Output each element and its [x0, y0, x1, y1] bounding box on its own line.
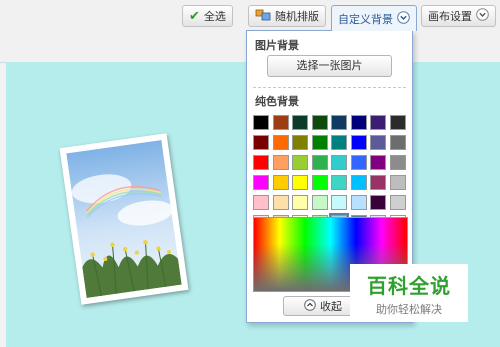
layout-icon [255, 9, 271, 24]
select-all-button[interactable]: ✔ 全选 [182, 5, 233, 27]
color-swatch[interactable] [350, 175, 367, 190]
color-swatch[interactable] [272, 155, 289, 170]
color-swatch[interactable] [331, 135, 347, 150]
chevron-down-icon [397, 10, 410, 27]
color-swatch[interactable] [370, 115, 386, 130]
color-swatch[interactable] [253, 195, 269, 210]
color-swatch[interactable] [389, 195, 406, 210]
color-swatch[interactable] [272, 175, 289, 190]
collapse-label: 收起 [320, 300, 342, 313]
canvas-settings-label: 画布设置 [428, 10, 472, 23]
color-swatch[interactable] [272, 115, 289, 130]
divider [253, 87, 406, 88]
checkmark-icon: ✔ [189, 8, 200, 24]
color-swatch[interactable] [311, 155, 328, 170]
color-swatch[interactable] [311, 135, 328, 150]
photo-image [66, 140, 182, 298]
color-swatch[interactable] [311, 195, 328, 210]
color-swatch[interactable] [253, 135, 269, 150]
custom-background-button[interactable]: 自定义背景 [331, 5, 417, 31]
color-swatch[interactable] [350, 135, 367, 150]
color-swatch[interactable] [292, 175, 308, 190]
color-swatch[interactable] [253, 175, 269, 190]
photo-card[interactable] [59, 133, 189, 305]
color-swatch[interactable] [331, 195, 347, 210]
color-swatch[interactable] [331, 175, 347, 190]
color-swatch[interactable] [272, 195, 289, 210]
watermark-subtitle: 助你轻松解决 [376, 303, 442, 316]
color-swatch[interactable] [350, 155, 367, 170]
color-swatch[interactable] [350, 115, 367, 130]
chevron-up-icon [304, 298, 316, 314]
color-swatch[interactable] [370, 195, 386, 210]
color-swatch[interactable] [389, 115, 406, 130]
solid-background-title: 纯色背景 [255, 95, 299, 108]
chevron-down-icon [476, 8, 489, 24]
color-swatch[interactable] [292, 195, 308, 210]
watermark-title: 百科全说 [367, 274, 451, 298]
color-swatch[interactable] [331, 115, 347, 130]
color-swatch[interactable] [389, 155, 406, 170]
color-swatch[interactable] [389, 175, 406, 190]
color-swatch[interactable] [292, 115, 308, 130]
watermark: 百科全说 助你轻松解决 [350, 264, 468, 322]
random-layout-label: 随机排版 [275, 10, 319, 23]
color-swatch[interactable] [253, 155, 269, 170]
random-layout-button[interactable]: 随机排版 [248, 5, 326, 27]
color-swatch[interactable] [370, 155, 386, 170]
custom-background-label: 自定义背景 [338, 12, 393, 26]
image-background-title: 图片背景 [255, 39, 299, 52]
color-swatch[interactable] [253, 115, 269, 130]
color-swatch[interactable] [331, 155, 347, 170]
color-swatch[interactable] [370, 175, 386, 190]
color-swatch[interactable] [292, 135, 308, 150]
color-swatch[interactable] [350, 195, 367, 210]
choose-image-button[interactable]: 选择一张图片 [267, 55, 392, 77]
color-swatch[interactable] [389, 135, 406, 150]
color-swatch[interactable] [311, 175, 328, 190]
color-swatch[interactable] [370, 135, 386, 150]
select-all-label: 全选 [203, 10, 226, 23]
canvas-settings-button[interactable]: 画布设置 [421, 5, 496, 27]
color-swatch[interactable] [272, 135, 289, 150]
color-swatch[interactable] [292, 155, 308, 170]
color-swatch[interactable] [311, 115, 328, 130]
